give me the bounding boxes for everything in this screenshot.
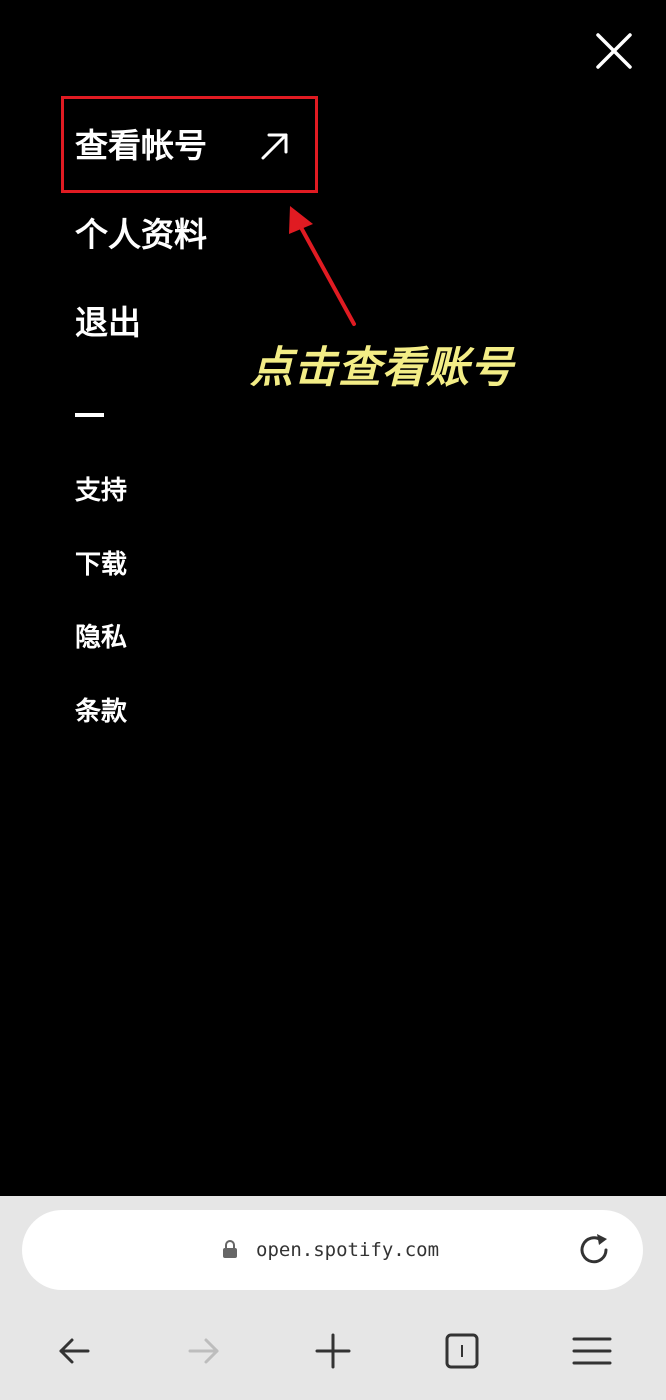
menu-icon <box>572 1337 612 1365</box>
forward-button[interactable] <box>182 1329 226 1373</box>
menu-item-privacy[interactable]: 隐私 <box>75 621 127 655</box>
address-bar[interactable]: open.spotify.com <box>22 1210 643 1290</box>
annotation-arrow-icon <box>289 206 356 326</box>
back-button[interactable] <box>52 1329 96 1373</box>
menu-item-download[interactable]: 下载 <box>75 548 127 582</box>
menu-item-terms[interactable]: 条款 <box>75 695 127 729</box>
menu-item-support[interactable]: 支持 <box>75 474 127 508</box>
forward-icon <box>188 1338 219 1364</box>
highlight-box <box>61 96 318 193</box>
menu-item-logout[interactable]: 退出 <box>75 303 141 343</box>
annotation-text: 点击查看账号 <box>250 343 514 393</box>
menu-button[interactable] <box>570 1329 614 1373</box>
new-tab-button[interactable] <box>311 1329 355 1373</box>
close-button[interactable] <box>594 31 634 71</box>
new-tab-icon <box>315 1333 351 1369</box>
tabs-button[interactable] <box>440 1329 484 1373</box>
reload-icon[interactable] <box>574 1230 614 1270</box>
back-icon <box>59 1338 90 1364</box>
menu-item-profile[interactable]: 个人资料 <box>75 215 207 255</box>
browser-toolbar: open.spotify.com <box>0 1196 666 1400</box>
menu-divider <box>75 413 104 417</box>
close-icon <box>596 33 632 69</box>
lock-icon <box>223 1240 237 1258</box>
url-text: open.spotify.com <box>256 1239 440 1261</box>
tabs-icon <box>445 1333 479 1369</box>
